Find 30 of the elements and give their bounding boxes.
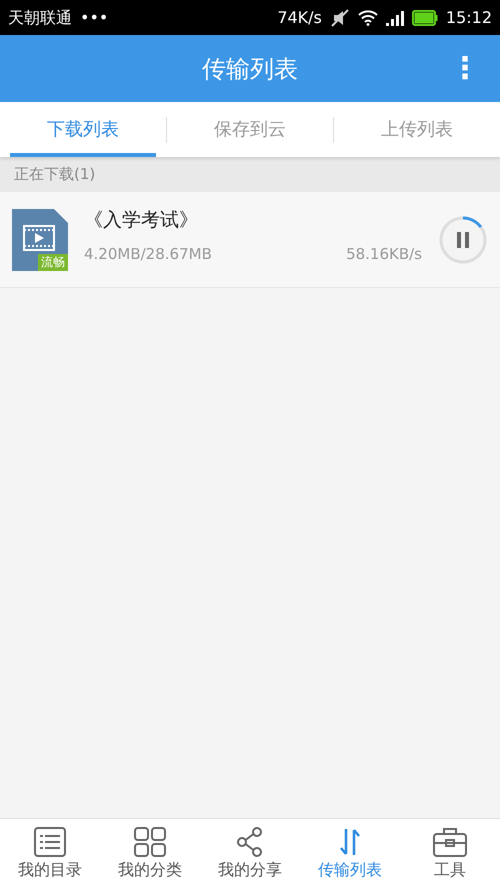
nav-tab[interactable]: 我的分类 — [100, 819, 200, 879]
quality-tag: 流畅 — [38, 254, 68, 270]
battery-icon — [412, 10, 438, 26]
grid-icon — [134, 827, 166, 857]
file-size: 4.20MB/28.67MB — [84, 244, 212, 264]
clock: 15:12 — [446, 6, 492, 28]
tab[interactable]: 保存到云 — [167, 102, 333, 157]
list-icon — [34, 827, 66, 857]
nav-tab[interactable]: 工具 — [400, 819, 500, 879]
carrier-name: 天朝联通 — [8, 6, 72, 28]
pause-button[interactable] — [438, 214, 488, 264]
menu-button[interactable]: ⋮ — [444, 52, 486, 84]
video-file-icon — [12, 208, 68, 270]
share-icon — [236, 827, 264, 857]
nav-tab[interactable]: 我的分享 — [200, 819, 300, 879]
tab[interactable]: 下载列表 — [0, 102, 166, 157]
toolbox-icon — [433, 827, 467, 857]
download-speed: 58.16KB/s — [346, 244, 422, 264]
section-header: 正在下载(1) — [14, 164, 96, 186]
tab[interactable]: 上传列表 — [334, 102, 500, 157]
page-title: 传输列表 — [202, 54, 298, 84]
nav-tab[interactable]: 我的目录 — [0, 819, 100, 879]
nav-tab[interactable]: 传输列表 — [300, 819, 400, 879]
mute-icon — [330, 8, 350, 26]
network-speed: 74K/s — [277, 6, 322, 28]
file-name: 《入学考试》 — [84, 208, 199, 233]
notification-dots: ••• — [80, 6, 108, 28]
signal-icon — [386, 10, 404, 26]
transfer-icon — [338, 827, 362, 857]
wifi-icon — [358, 10, 378, 26]
